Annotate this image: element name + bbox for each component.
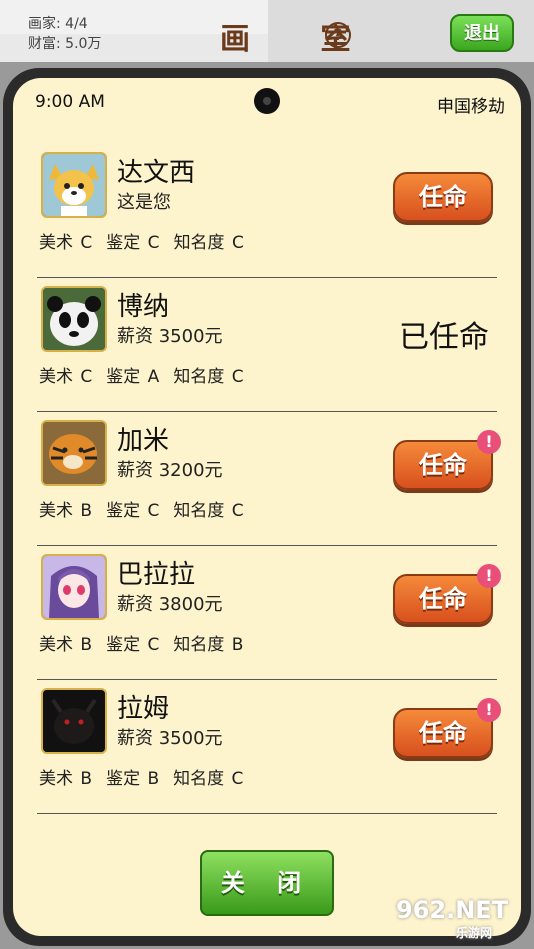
skill-appraisal: 鉴定 C <box>106 635 160 655</box>
dark-creature-avatar <box>41 688 107 754</box>
alert-badge: ! <box>477 564 501 588</box>
staff-row: 拉姆 薪资 3500元 美术 B 鉴定 B 知名度 C 任命 ! <box>37 680 501 814</box>
staff-skills: 美术 C 鉴定 A 知名度 C <box>39 362 258 387</box>
anime-girl-avatar <box>41 554 107 620</box>
skill-art: 美术 B <box>39 501 93 521</box>
skill-appraisal: 鉴定 B <box>106 769 160 789</box>
status-time: 9:00 AM <box>35 92 105 112</box>
alert-badge: ! <box>477 698 501 722</box>
staff-row: 达文西 这是您 美术 C 鉴定 C 知名度 C 任命 <box>37 144 497 278</box>
staff-skills: 美术 B 鉴定 B 知名度 C <box>39 764 257 789</box>
player-stats: 画家: 4/4 财富: 5.0万 <box>28 14 101 54</box>
skill-art: 美术 B <box>39 769 93 789</box>
phone-frame: 9:00 AM 申国移劫 达文西 这是您 美术 C 鉴定 C 知名度 C 任命 … <box>3 68 531 946</box>
panda-avatar <box>41 286 107 352</box>
staff-row: 加米 薪资 3200元 美术 B 鉴定 C 知名度 C 任命 ! <box>37 412 501 546</box>
staff-name: 加米 <box>117 426 170 456</box>
wealth-value: 财富: 5.0万 <box>28 36 102 52</box>
staff-name: 拉姆 <box>117 694 170 724</box>
skill-art: 美术 C <box>39 367 93 387</box>
fox-avatar <box>41 152 107 218</box>
staff-skills: 美术 C 鉴定 C 知名度 C <box>39 228 258 253</box>
skill-appraisal: 鉴定 A <box>106 367 160 387</box>
watermark-main: 962.NET <box>396 896 509 924</box>
tiger-avatar <box>41 420 107 486</box>
staff-row: 博纳 薪资 3500元 美术 C 鉴定 A 知名度 C 已任命 <box>37 278 497 412</box>
skill-art: 美术 B <box>39 635 93 655</box>
staff-name: 博纳 <box>117 292 170 322</box>
camera-icon <box>254 88 280 114</box>
staff-subtitle: 薪资 3500元 <box>117 326 223 347</box>
painter-count: 画家: 4/4 <box>28 16 88 32</box>
skill-fame: 知名度 B <box>173 635 244 655</box>
staff-row: 巴拉拉 薪资 3800元 美术 B 鉴定 C 知名度 B 任命 ! <box>37 546 501 680</box>
page-title: 画 室 <box>220 22 381 57</box>
exit-button[interactable]: 退出 <box>450 14 514 52</box>
staff-name: 巴拉拉 <box>117 560 196 590</box>
staff-subtitle: 薪资 3200元 <box>117 460 223 481</box>
appoint-button[interactable]: 任命 <box>393 172 493 222</box>
skill-fame: 知名度 C <box>173 769 244 789</box>
staff-name: 达文西 <box>117 158 196 188</box>
row-divider <box>37 813 497 814</box>
skill-fame: 知名度 C <box>173 501 244 521</box>
status-carrier: 申国移劫 <box>437 97 505 117</box>
help-icon[interactable]: ? <box>325 22 351 48</box>
staff-subtitle: 这是您 <box>117 192 171 213</box>
skill-fame: 知名度 C <box>173 367 244 387</box>
phone-screen: 9:00 AM 申国移劫 达文西 这是您 美术 C 鉴定 C 知名度 C 任命 … <box>13 78 521 936</box>
staff-skills: 美术 B 鉴定 C 知名度 C <box>39 496 258 521</box>
skill-art: 美术 C <box>39 233 93 253</box>
skill-appraisal: 鉴定 C <box>106 233 160 253</box>
watermark-sub: 乐游网 <box>456 926 493 940</box>
staff-skills: 美术 B 鉴定 C 知名度 B <box>39 630 257 655</box>
staff-subtitle: 薪资 3500元 <box>117 728 223 749</box>
skill-appraisal: 鉴定 C <box>106 501 160 521</box>
close-button[interactable]: 关 闭 <box>200 850 334 916</box>
watermark-logo: 962.NET 乐游网 <box>396 896 526 942</box>
staff-subtitle: 薪资 3800元 <box>117 594 223 615</box>
top-bar: 画家: 4/4 财富: 5.0万 画 室 ? 退出 <box>0 0 534 62</box>
alert-badge: ! <box>477 430 501 454</box>
skill-fame: 知名度 C <box>173 233 244 253</box>
appointed-label: 已任命 <box>399 320 489 355</box>
